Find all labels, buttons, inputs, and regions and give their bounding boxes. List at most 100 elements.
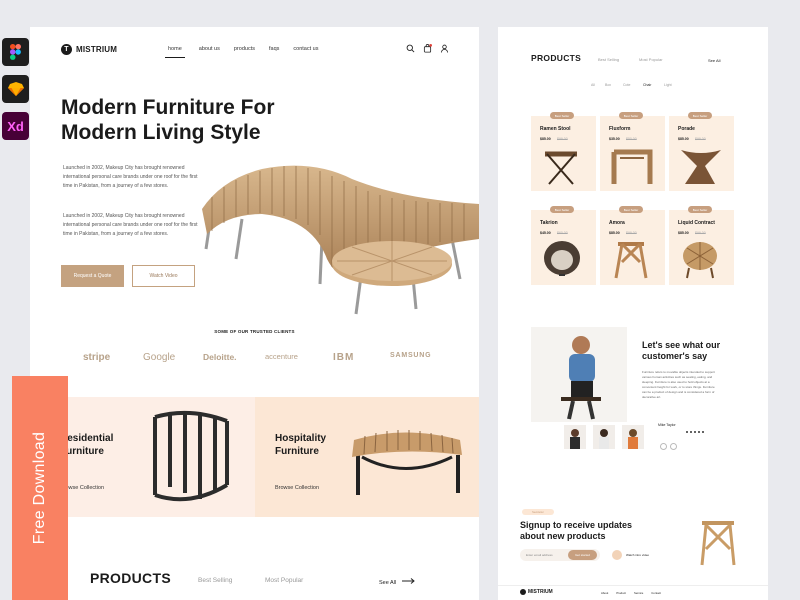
landing-page: T MISTRIUM home about us products faqs c…: [30, 27, 479, 600]
rating-dot: [694, 431, 696, 433]
rating-dots: [686, 431, 704, 433]
newsletter-tag: Newsletter: [522, 509, 554, 515]
filter-chair[interactable]: Chair: [643, 83, 651, 87]
amora-image: [614, 242, 648, 279]
logo[interactable]: T MISTRIUM: [61, 44, 117, 55]
products-heading: PRODUCTS: [90, 570, 171, 586]
takrion-image: [544, 241, 580, 276]
filter-all[interactable]: All: [591, 83, 595, 87]
user-icon[interactable]: [440, 44, 449, 53]
category-hospitality[interactable]: Hospitality Furniture Browse Collection: [255, 397, 479, 517]
avatar-person-image: [628, 429, 638, 449]
product-card[interactable]: Best Seller Liquid Contract $85.00 $99.0…: [669, 206, 734, 285]
product-tag: Best Seller: [619, 206, 643, 213]
product-tag: Best Seller: [619, 112, 643, 119]
wooden-bench-image: [352, 430, 462, 495]
avatar[interactable]: [564, 425, 586, 449]
product-card[interactable]: Best Seller Amora $85.00 $99.00: [600, 206, 665, 285]
rp-tab-best-selling[interactable]: Best Selling: [598, 57, 619, 62]
filter-cote[interactable]: Cote: [623, 83, 630, 87]
next-arrow-icon[interactable]: [670, 443, 677, 450]
filter-light[interactable]: Light: [664, 83, 672, 87]
cart-icon[interactable]: [423, 44, 432, 53]
see-all-label: See All: [379, 580, 397, 586]
rating-dot: [698, 431, 700, 433]
product-card[interactable]: Best Seller Fluxform $35.00 $50.00: [600, 112, 665, 191]
client-logo-ibm: IBM: [333, 352, 355, 363]
avatar[interactable]: [622, 425, 644, 449]
testimonial-photo: [531, 327, 627, 422]
rating-dot: [686, 431, 688, 433]
nav-link-about[interactable]: about us: [199, 46, 220, 58]
hero-title-line1: Modern Furniture For: [61, 96, 275, 119]
product-tag: Best Seller: [550, 112, 574, 119]
product-name: Takrion: [540, 220, 558, 226]
product-card[interactable]: Best Seller Porade $85.00 $99.00: [669, 112, 734, 191]
newsletter-title-line2: about new products: [520, 531, 606, 541]
footer-links: About Product Service Contact: [601, 591, 661, 595]
product-name: Ramen Stool: [540, 126, 571, 132]
footer-link-about[interactable]: About: [601, 591, 608, 595]
product-price: $85.00: [678, 231, 689, 235]
footer-link-product[interactable]: Product: [616, 591, 626, 595]
product-price: $85.00: [540, 137, 551, 141]
avatar[interactable]: [593, 425, 615, 449]
tab-best-selling[interactable]: Best Selling: [198, 577, 232, 584]
product-tag: Best Seller: [688, 206, 712, 213]
product-name: Fluxform: [609, 126, 631, 132]
top-nav: T MISTRIUM home about us products faqs c…: [30, 27, 479, 75]
filter-box[interactable]: Box: [605, 83, 611, 87]
nav-link-contact[interactable]: contact us: [293, 46, 318, 58]
rating-dot: [702, 431, 704, 433]
product-price: $85.00: [609, 231, 620, 235]
prev-arrow-icon[interactable]: [660, 443, 667, 450]
nav-icons: [406, 44, 449, 53]
product-old-price: $99.00: [557, 137, 568, 141]
product-tag: Best Seller: [688, 112, 712, 119]
nav-links: home about us products faqs contact us: [165, 46, 318, 58]
client-logo-accenture: accenture: [265, 352, 298, 361]
logo-text: MISTRIUM: [76, 45, 118, 54]
footer-link-service[interactable]: Service: [634, 591, 643, 595]
arrow-right-icon: [401, 578, 415, 584]
rp-tab-most-popular[interactable]: Most Popular: [639, 57, 663, 62]
newsletter-section: Newsletter Signup to receive updates abo…: [498, 505, 768, 575]
free-download-ribbon[interactable]: Free Download: [12, 376, 68, 600]
product-price: $35.00: [609, 137, 620, 141]
see-all-link[interactable]: See All: [379, 578, 416, 586]
products-page: PRODUCTS Best Selling Most Popular See A…: [498, 27, 768, 600]
footer: MISTRIUM About Product Service Contact: [498, 585, 768, 600]
testimonial-author: Mike Taylor: [658, 423, 676, 427]
hero-bench-image: [202, 165, 479, 315]
category-hospitality-title-line2: Furniture: [275, 446, 319, 457]
footer-link-contact[interactable]: Contact: [651, 591, 661, 595]
product-name: Porade: [678, 126, 695, 132]
search-icon[interactable]: [406, 44, 415, 53]
product-name: Liquid Contract: [678, 220, 715, 226]
get-started-button[interactable]: Get started: [568, 550, 597, 560]
nav-link-products[interactable]: products: [234, 46, 255, 58]
rp-see-all-link[interactable]: See All: [708, 58, 720, 63]
nav-link-faqs[interactable]: faqs: [269, 46, 279, 58]
products-title: PRODUCTS: [531, 53, 582, 63]
wooden-stool-image: [700, 521, 736, 566]
man-with-phone-image: [561, 336, 601, 420]
watch-intro-link[interactable]: Watch intro video: [626, 553, 649, 557]
request-quote-button[interactable]: Request a Quote: [61, 265, 124, 287]
liquid-contract-image: [683, 242, 717, 279]
product-card[interactable]: Best Seller Ramen Stool $85.00 $99.00: [531, 112, 596, 191]
metal-stool-image: [153, 410, 229, 502]
hero-title: Modern Furniture For Modern Living Style: [61, 95, 321, 145]
browse-collection-link[interactable]: Browse Collection: [275, 485, 319, 491]
product-tag: Best Seller: [550, 206, 574, 213]
avatar-person-image: [570, 429, 580, 449]
nav-link-home[interactable]: home: [165, 46, 185, 58]
tab-most-popular[interactable]: Most Popular: [265, 577, 303, 584]
product-card[interactable]: Best Seller Takrion $45.00 $60.00: [531, 206, 596, 285]
watch-video-button[interactable]: Watch Video: [132, 265, 195, 287]
free-download-label: Free Download: [31, 431, 48, 545]
footer-logo[interactable]: MISTRIUM: [520, 589, 553, 595]
category-hospitality-title: Hospitality Furniture: [275, 432, 326, 458]
play-icon[interactable]: [612, 550, 622, 560]
testimonial-title-line2: customer's say: [642, 351, 708, 361]
